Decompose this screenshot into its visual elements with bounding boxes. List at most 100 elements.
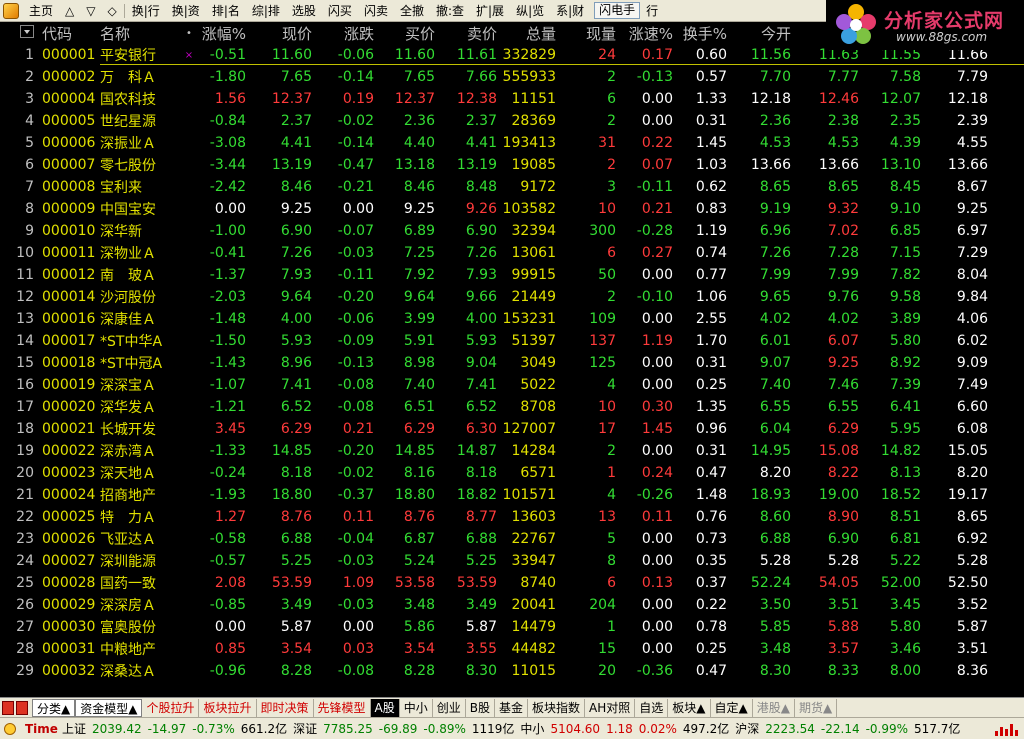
tab-item[interactable]: 自选 — [635, 698, 669, 717]
table-row[interactable]: 9 000010 深华新 -1.00 6.90 -0.07 6.89 6.90 32394 300… — [0, 220, 1024, 242]
stock-name[interactable]: 中粮地产 — [96, 639, 182, 659]
menu-ranking[interactable]: 排|名 — [206, 0, 246, 22]
index-hs-label[interactable]: 沪深 — [735, 720, 759, 737]
stock-name[interactable]: 深物业Ａ — [96, 243, 182, 263]
table-row[interactable]: 24 000027 深圳能源 -0.57 5.25 -0.03 5.24 5.25 33947 8… — [0, 550, 1024, 572]
menu-down[interactable]: ▽ — [80, 0, 101, 22]
stock-code[interactable]: 000021 — [40, 421, 96, 437]
stock-code[interactable]: 000032 — [40, 663, 96, 679]
menu-stock-pick[interactable]: 选股 — [286, 0, 322, 22]
table-row[interactable]: 26 000029 深深房Ａ -0.85 3.49 -0.03 3.48 3.49 20041 2… — [0, 594, 1024, 616]
stock-code[interactable]: 000007 — [40, 157, 96, 173]
menu-switch-info[interactable]: 换|资 — [166, 0, 206, 22]
stock-name[interactable]: 特 力Ａ — [96, 507, 182, 527]
table-row[interactable]: 29 000032 深桑达Ａ -0.96 8.28 -0.08 8.28 8.30 11015 2… — [0, 660, 1024, 682]
stock-code[interactable]: 000026 — [40, 531, 96, 547]
header-speed[interactable]: 涨速% — [618, 23, 675, 44]
stock-name[interactable]: 富奥股份 — [96, 617, 182, 637]
menu-home[interactable]: 主页 — [23, 0, 59, 22]
table-row[interactable]: 28 000031 中粮地产 0.85 3.54 0.03 3.54 3.55 44482 15 0… — [0, 638, 1024, 660]
table-row[interactable]: 16 000019 深深宝Ａ -1.07 7.41 -0.08 7.40 7.41 5022 4 0… — [0, 374, 1024, 396]
table-row[interactable]: 5 000006 深振业Ａ -3.08 4.41 -0.14 4.40 4.41 193413 3… — [0, 132, 1024, 154]
menu-switch-row[interactable]: 换|行 — [126, 0, 166, 22]
stock-name[interactable]: 零七股份 — [96, 155, 182, 175]
stock-code[interactable]: 000005 — [40, 113, 96, 129]
stock-code[interactable]: 000001 — [40, 47, 96, 63]
index-sz-label[interactable]: 深证 — [293, 720, 317, 737]
header-current-vol[interactable]: 现量 — [558, 23, 618, 44]
tab-item[interactable]: 个股拉升 — [142, 698, 200, 717]
stock-name[interactable]: 南 玻Ａ — [96, 265, 182, 285]
stock-code[interactable]: 000019 — [40, 377, 96, 393]
stock-code[interactable]: 000029 — [40, 597, 96, 613]
table-row[interactable]: 18 000021 长城开发 3.45 6.29 0.21 6.29 6.30 127007 17… — [0, 418, 1024, 440]
index-sh-label[interactable]: 上证 — [62, 720, 86, 737]
table-row[interactable]: 14 000017 *ST中华A -1.50 5.93 -0.09 5.91 5.93 5139… — [0, 330, 1024, 352]
stock-code[interactable]: 000002 — [40, 69, 96, 85]
stock-name[interactable]: 长城开发 — [96, 419, 182, 439]
tab-item[interactable]: 创业 — [433, 698, 466, 717]
table-row[interactable]: 8 000009 中国宝安 0.00 9.25 0.00 9.25 9.26 103582 10 0… — [0, 198, 1024, 220]
table-row[interactable]: 21 000024 招商地产 -1.93 18.80 -0.37 18.80 18.82 101… — [0, 484, 1024, 506]
stock-code[interactable]: 000004 — [40, 91, 96, 107]
tab-item[interactable]: 先锋模型 — [314, 698, 371, 717]
table-row[interactable]: 23 000026 飞亚达Ａ -0.58 6.88 -0.04 6.87 6.88 22767 5… — [0, 528, 1024, 550]
menu-overall-rank[interactable]: 综|排 — [246, 0, 286, 22]
header-volume[interactable]: 总量 — [499, 23, 558, 44]
tab-item[interactable]: 板块拉升 — [199, 698, 257, 717]
stock-code[interactable]: 000008 — [40, 179, 96, 195]
stock-code[interactable]: 000020 — [40, 399, 96, 415]
stock-code[interactable]: 000017 — [40, 333, 96, 349]
header-sort-toggle[interactable] — [0, 24, 40, 42]
header-change[interactable]: 涨跌 — [314, 23, 376, 44]
table-row[interactable]: 25 000028 国药一致 2.08 53.59 1.09 53.58 53.59 8740 6… — [0, 572, 1024, 594]
menu-cancel-all[interactable]: 全撤 — [394, 0, 430, 22]
stock-code[interactable]: 000024 — [40, 487, 96, 503]
menu-finance[interactable]: 系|财 — [550, 0, 590, 22]
tab-item[interactable]: 自定▲ — [711, 698, 753, 717]
tab-item[interactable]: B股 — [466, 698, 496, 717]
table-row[interactable]: 12 000014 沙河股份 -2.03 9.64 -0.20 9.64 9.66 21449 2… — [0, 286, 1024, 308]
stock-code[interactable]: 000016 — [40, 311, 96, 327]
stock-code[interactable]: 000006 — [40, 135, 96, 151]
menu-flash-sell[interactable]: 闪卖 — [358, 0, 394, 22]
stock-name[interactable]: 宝利来 — [96, 177, 182, 197]
index-zx-label[interactable]: 中小 — [520, 720, 544, 737]
menu-diamond[interactable]: ◇ — [101, 0, 122, 22]
tab-item[interactable]: 板块指数 — [528, 698, 586, 717]
stock-name[interactable]: 飞亚达Ａ — [96, 529, 182, 549]
stock-name[interactable]: 深圳能源 — [96, 551, 182, 571]
stock-code[interactable]: 000010 — [40, 223, 96, 239]
tab-scroll-right-icon[interactable] — [16, 700, 28, 715]
stock-code[interactable]: 000011 — [40, 245, 96, 261]
header-price[interactable]: 现价 — [248, 23, 314, 44]
stock-name[interactable]: 中国宝安 — [96, 199, 182, 219]
table-row[interactable]: 13 000016 深康佳Ａ -1.48 4.00 -0.06 3.99 4.00 153231… — [0, 308, 1024, 330]
menu-expand[interactable]: 扩|展 — [470, 0, 510, 22]
table-row[interactable]: 7 000008 宝利来 -2.42 8.46 -0.21 8.46 8.48 9172 3 -0.… — [0, 176, 1024, 198]
stock-name[interactable]: 招商地产 — [96, 485, 182, 505]
stock-code[interactable]: 000030 — [40, 619, 96, 635]
stock-name[interactable]: 平安银行 — [96, 45, 182, 65]
stock-code[interactable]: 000022 — [40, 443, 96, 459]
stock-code[interactable]: 000031 — [40, 641, 96, 657]
tab-item[interactable]: 基金 — [495, 698, 529, 717]
menu-flash-buy[interactable]: 闪买 — [322, 0, 358, 22]
table-row[interactable]: 3 000004 国农科技 1.56 12.37 0.19 12.37 12.38 11151 6… — [0, 88, 1024, 110]
stock-name[interactable]: 深深宝Ａ — [96, 375, 182, 395]
tab-scroll-left-icon[interactable] — [2, 700, 14, 715]
header-turnover[interactable]: 换手% — [675, 23, 729, 44]
table-row[interactable]: 11 000012 南 玻Ａ -1.37 7.93 -0.11 7.92 7.93 99915 5… — [0, 264, 1024, 286]
chevron-down-icon[interactable] — [20, 25, 34, 38]
stock-name[interactable]: 国药一致 — [96, 573, 182, 593]
stock-name[interactable]: 深桑达Ａ — [96, 661, 182, 681]
header-bid[interactable]: 买价 — [376, 23, 437, 44]
stock-name[interactable]: 深华新 — [96, 221, 182, 241]
table-row[interactable]: 10 000011 深物业Ａ -0.41 7.26 -0.03 7.25 7.26 13061 6… — [0, 242, 1024, 264]
tab-item[interactable]: 资金模型▲ — [75, 698, 143, 717]
table-row[interactable]: 19 000022 深赤湾Ａ -1.33 14.85 -0.20 14.85 14.87 142… — [0, 440, 1024, 462]
stock-code[interactable]: 000028 — [40, 575, 96, 591]
header-ask[interactable]: 卖价 — [437, 23, 499, 44]
stock-code[interactable]: 000009 — [40, 201, 96, 217]
menu-up[interactable]: △ — [59, 0, 80, 22]
